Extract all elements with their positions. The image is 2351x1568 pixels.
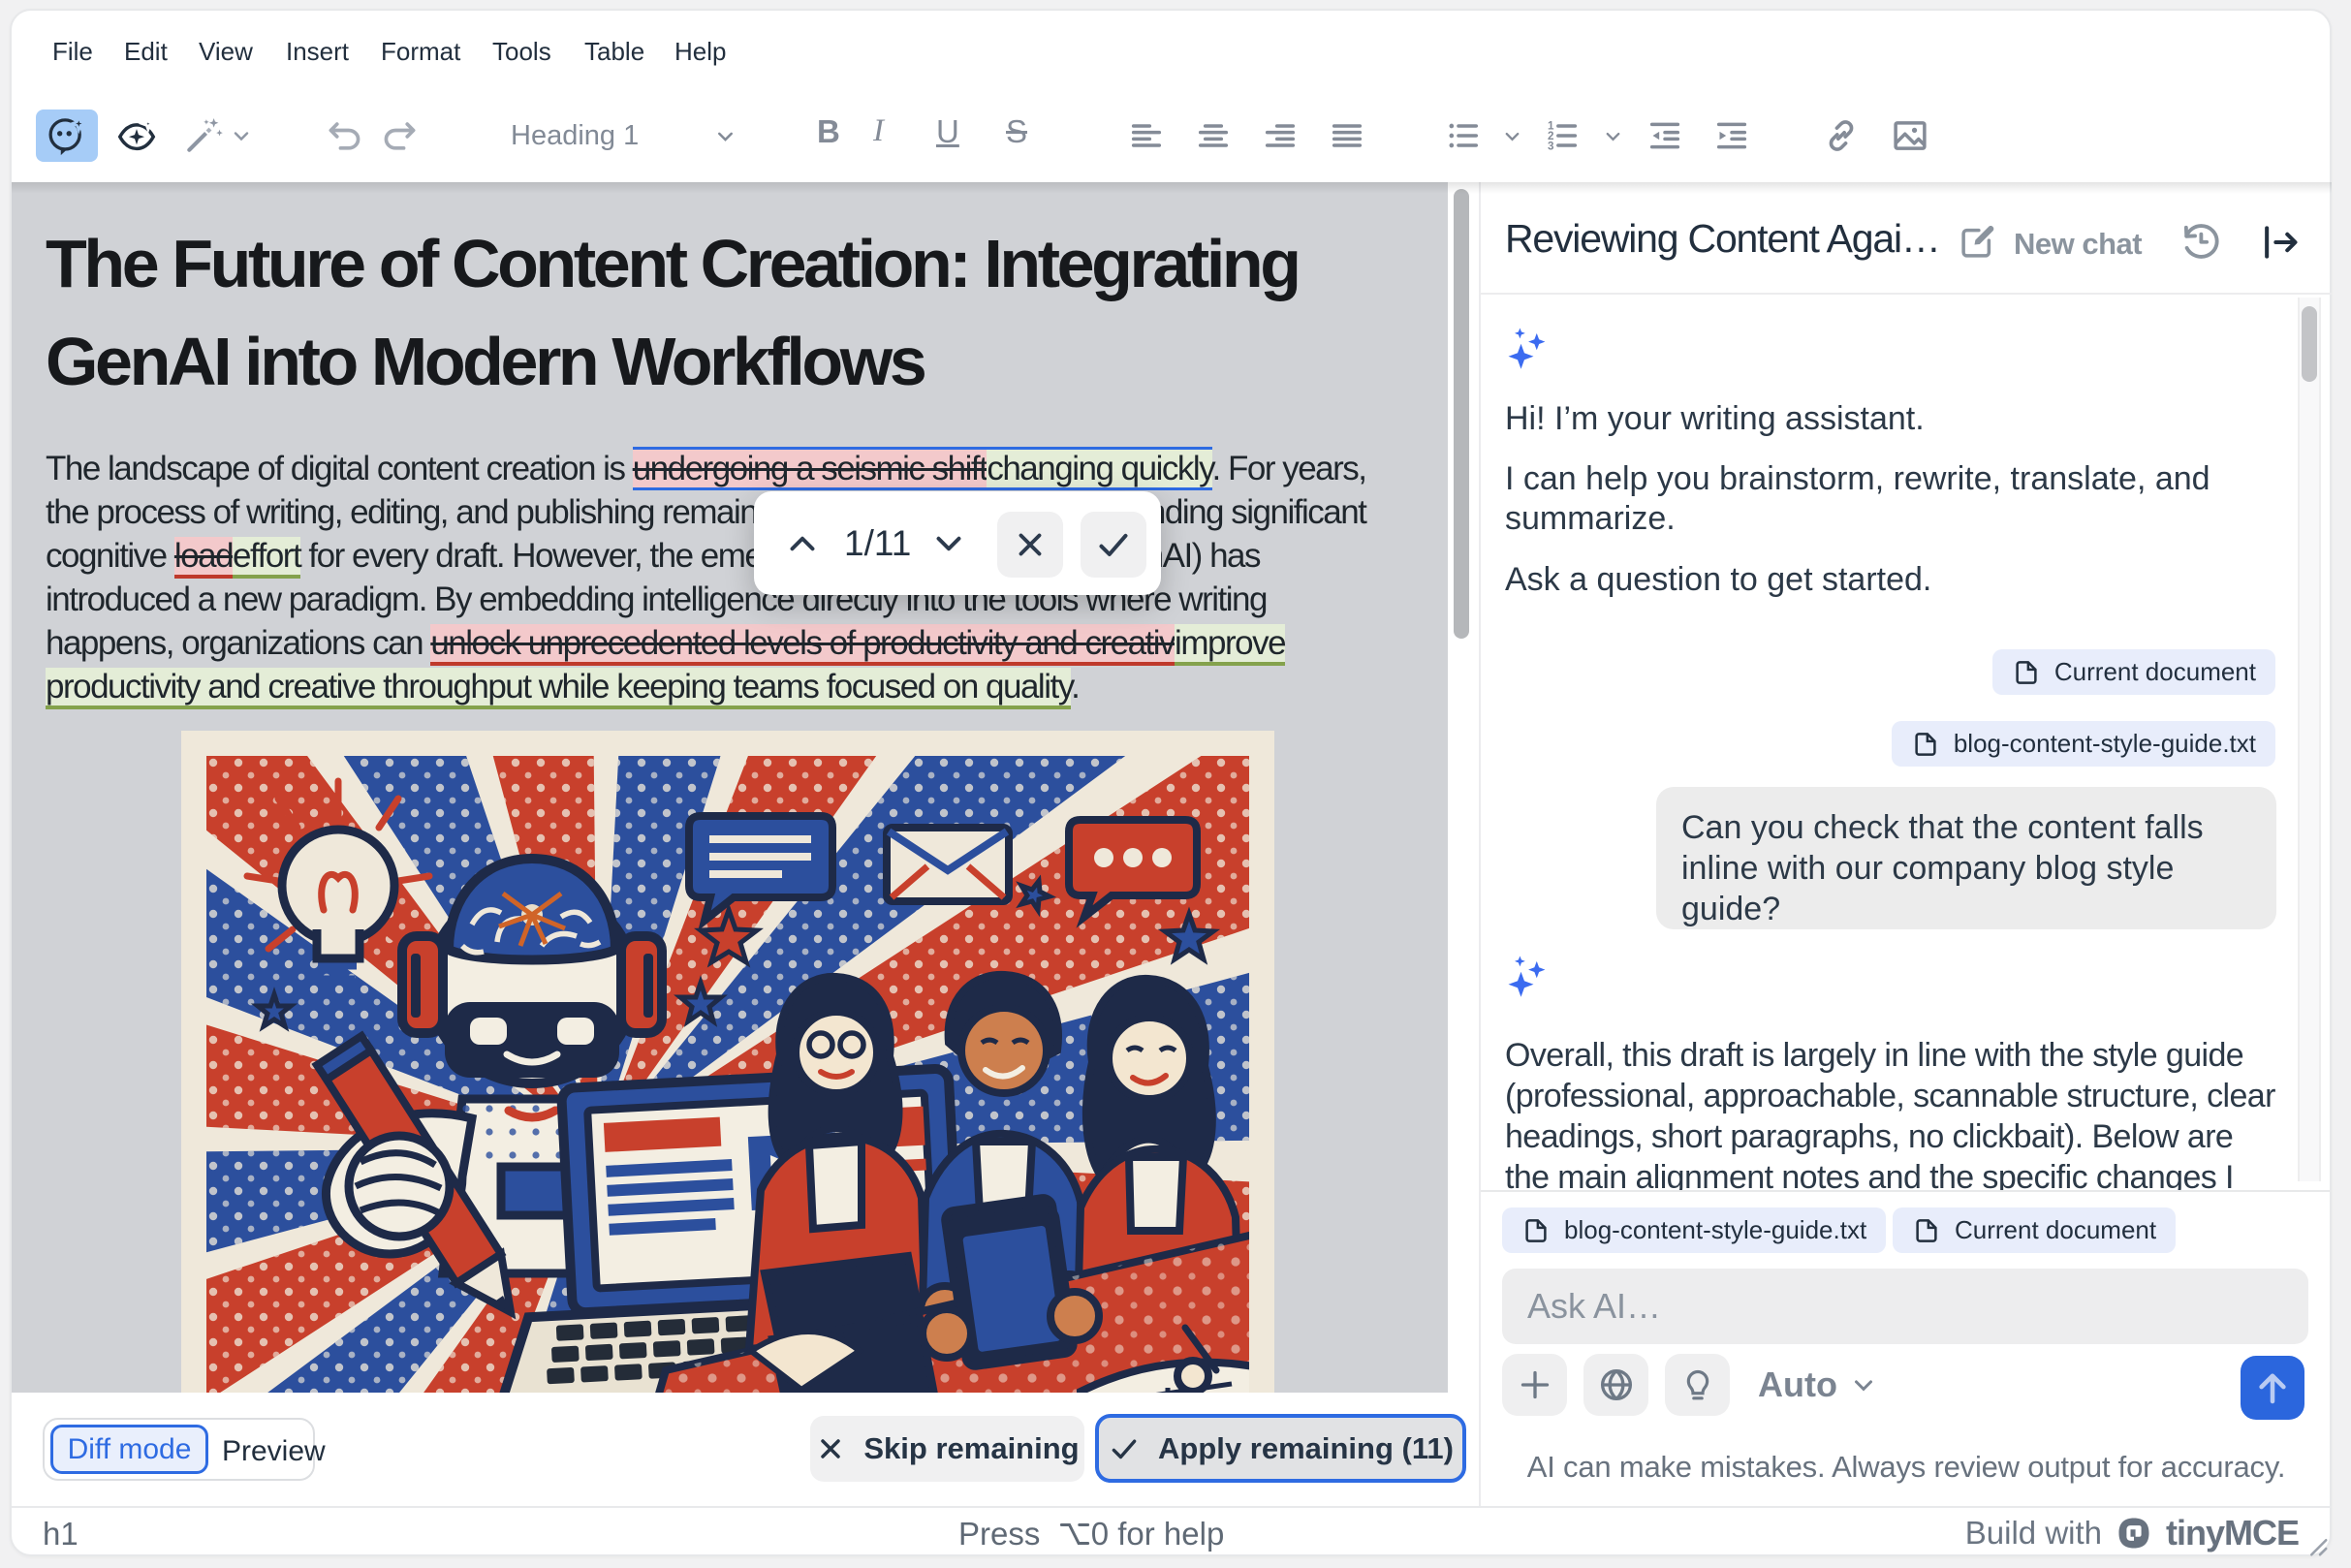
svg-text:3: 3 bbox=[1548, 140, 1554, 152]
